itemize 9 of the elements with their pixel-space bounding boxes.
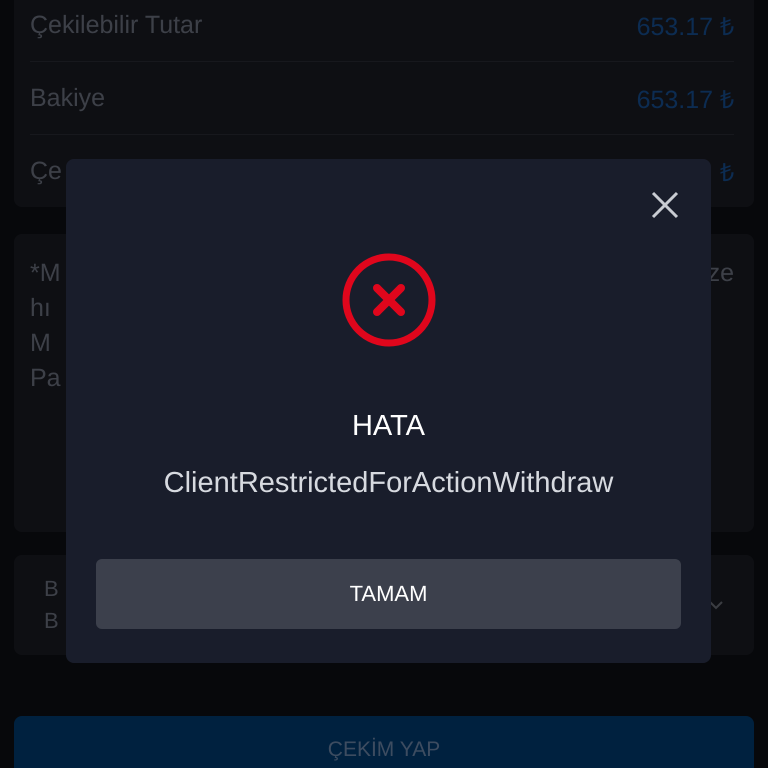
- error-icon: [340, 252, 436, 348]
- balance-value: 653.17 ₺: [636, 85, 734, 115]
- chevron-icon: [708, 600, 724, 610]
- close-icon[interactable]: [650, 190, 680, 220]
- dialog-message: ClientRestrictedForActionWithdraw: [164, 467, 614, 500]
- dialog-title: HATA: [352, 410, 426, 443]
- balance-value: 653.17 ₺: [636, 12, 734, 42]
- balance-value: ₺: [720, 158, 734, 188]
- ok-button[interactable]: TAMAM: [96, 559, 681, 629]
